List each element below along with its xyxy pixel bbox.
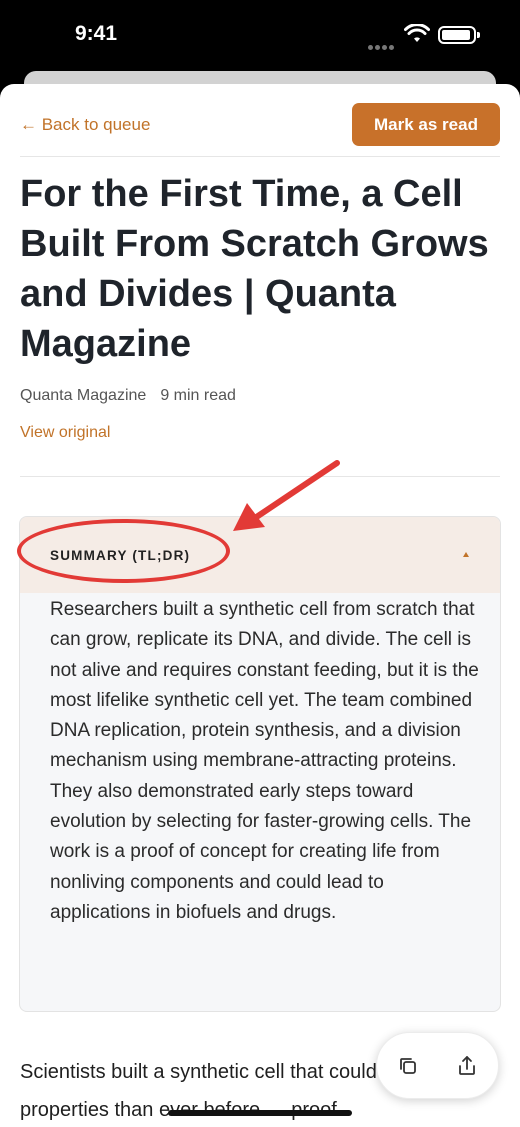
mark-as-read-button[interactable]: Mark as read (352, 103, 500, 146)
cellular-signal-icon (368, 37, 396, 50)
read-time: 9 min read (160, 387, 236, 404)
reader-sheet: ← Back to queue Mark as read For the Fir… (0, 84, 520, 1127)
back-to-queue-link[interactable]: ← Back to queue (20, 115, 150, 135)
copy-icon[interactable] (396, 1054, 420, 1078)
status-time: 9:41 (75, 22, 118, 45)
annotation-ellipse (17, 519, 230, 583)
battery-icon (438, 26, 480, 44)
view-original-link[interactable]: View original (20, 424, 110, 442)
collapse-caret-icon[interactable] (463, 552, 469, 557)
article-title: For the First Time, a Cell Built From Sc… (20, 173, 489, 365)
divider (20, 156, 500, 157)
wifi-icon (404, 24, 430, 42)
summary-panel: SUMMARY (TL;DR) Researchers built a synt… (19, 516, 501, 1012)
summary-text: Researchers built a synthetic cell from … (50, 599, 479, 923)
article-source: Quanta Magazine (20, 387, 147, 404)
share-icon[interactable] (455, 1054, 479, 1078)
reader-toolbar: ← Back to queue Mark as read (20, 103, 500, 147)
home-indicator (168, 1110, 352, 1116)
annotation-arrow (233, 460, 340, 531)
floating-action-bar (376, 1032, 499, 1099)
article-meta: Quanta Magazine 9 min read (20, 387, 236, 405)
status-bar: 9:41 (0, 0, 520, 70)
